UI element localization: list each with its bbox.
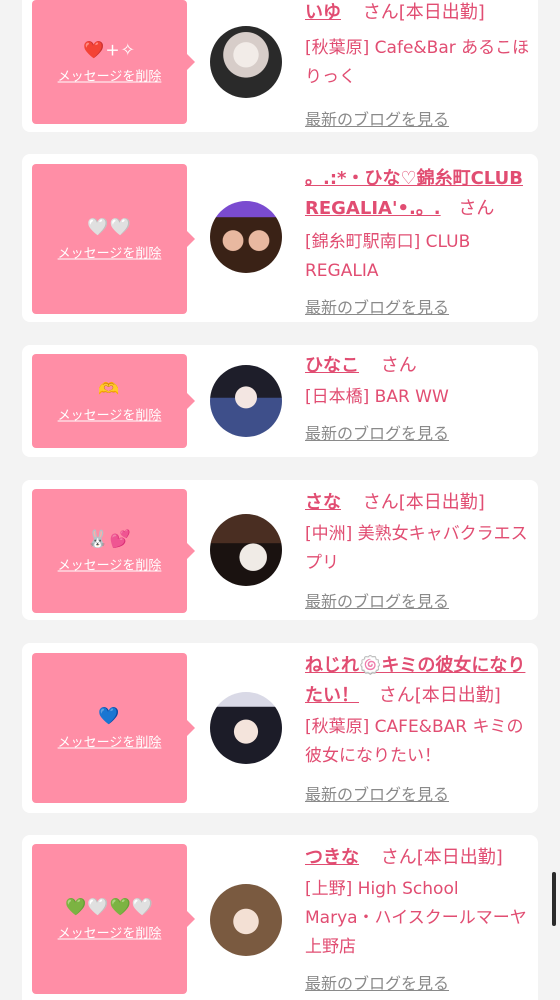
- message-box: 💚🤍💚🤍 メッセージを削除: [32, 844, 195, 994]
- shop-info: [中洲] 美熟女キャバクラエスプリ: [305, 524, 528, 573]
- honorific: さん: [380, 847, 417, 868]
- cast-name-link[interactable]: ひなこ: [305, 355, 359, 376]
- honorific: さん: [458, 198, 495, 219]
- cast-name-link[interactable]: いゆ: [305, 2, 341, 23]
- avatar[interactable]: [210, 201, 282, 273]
- name-line: ねじれ🍥キミの彼女になりたい！ さん[本日出勤]: [305, 651, 530, 711]
- shop-info: [秋葉原] Cafe&Bar あるこほりっく: [305, 38, 530, 87]
- status-badge: [本日出勤]: [398, 492, 485, 513]
- avatar[interactable]: [210, 514, 282, 586]
- delete-message-link[interactable]: メッセージを削除: [58, 732, 162, 751]
- shop-info: [秋葉原] CAFE&BAR キミの彼女になりたい！: [305, 717, 524, 766]
- message-text: ❤️+✧: [83, 40, 136, 61]
- message-box: 🫶 メッセージを削除: [32, 354, 195, 448]
- shop-info: [上野] High School Marya・ハイスクールマーヤ上野店: [305, 879, 527, 957]
- favorite-card: 💙 メッセージを削除 ねじれ🍥キミの彼女になりたい！ さん[本日出勤] [秋葉原…: [22, 643, 538, 813]
- shop-info: [日本橋] BAR WW: [305, 387, 449, 407]
- delete-message-link[interactable]: メッセージを削除: [58, 555, 162, 574]
- favorite-card: 💚🤍💚🤍 メッセージを削除 つきな さん[本日出勤] [上野] High Sch…: [22, 835, 538, 1000]
- avatar[interactable]: [210, 26, 282, 98]
- name-line: 。.:*・ひな♡錦糸町CLUB REGALIA'•.。. さん: [305, 164, 530, 224]
- name-line: ひなこ さん: [305, 351, 530, 381]
- message-box: 🐰💕 メッセージを削除: [32, 489, 195, 613]
- name-line: さな さん[本日出勤]: [305, 488, 530, 518]
- message-text: 💚🤍💚🤍: [65, 897, 154, 918]
- message-text: 🫶: [98, 379, 121, 400]
- honorific: さん: [378, 685, 415, 706]
- message-text: 💙: [98, 706, 121, 727]
- shop-info: [錦糸町駅南口] CLUB REGALIA: [305, 232, 471, 281]
- message-text: 🐰💕: [87, 529, 132, 550]
- latest-blog-link[interactable]: 最新のブログを見る: [305, 420, 449, 444]
- name-line: つきな さん[本日出勤]: [305, 843, 530, 873]
- honorific: さん: [380, 355, 417, 376]
- cast-name-link[interactable]: さな: [305, 492, 341, 513]
- scrollbar[interactable]: [552, 872, 556, 926]
- latest-blog-link[interactable]: 最新のブログを見る: [305, 588, 449, 612]
- favorite-card: 🤍🤍 メッセージを削除 。.:*・ひな♡錦糸町CLUB REGALIA'•.。.…: [22, 154, 538, 322]
- delete-message-link[interactable]: メッセージを削除: [58, 243, 162, 262]
- delete-message-link[interactable]: メッセージを削除: [58, 923, 162, 942]
- honorific: さん: [362, 2, 399, 23]
- delete-message-link[interactable]: メッセージを削除: [58, 66, 162, 85]
- status-badge: [本日出勤]: [414, 685, 501, 706]
- name-line: いゆ さん[本日出勤]: [305, 0, 530, 28]
- latest-blog-link[interactable]: 最新のブログを見る: [305, 106, 449, 130]
- message-box: 💙 メッセージを削除: [32, 653, 195, 803]
- status-badge: [本日出勤]: [416, 847, 503, 868]
- message-box: 🤍🤍 メッセージを削除: [32, 164, 195, 314]
- avatar[interactable]: [210, 692, 282, 764]
- delete-message-link[interactable]: メッセージを削除: [58, 405, 162, 424]
- message-text: 🤍🤍: [87, 217, 132, 238]
- favorites-list: ❤️+✧ メッセージを削除 いゆ さん[本日出勤] [秋葉原] Cafe&Bar…: [0, 0, 560, 1000]
- latest-blog-link[interactable]: 最新のブログを見る: [305, 970, 449, 994]
- cast-name-link[interactable]: つきな: [305, 847, 359, 868]
- honorific: さん: [362, 492, 399, 513]
- favorite-card: 🫶 メッセージを削除 ひなこ さん [日本橋] BAR WW 最新のブログを見る: [22, 345, 538, 457]
- avatar[interactable]: [210, 365, 282, 437]
- latest-blog-link[interactable]: 最新のブログを見る: [305, 781, 449, 805]
- favorite-card: 🐰💕 メッセージを削除 さな さん[本日出勤] [中洲] 美熟女キャバクラエスプ…: [22, 480, 538, 620]
- latest-blog-link[interactable]: 最新のブログを見る: [305, 294, 449, 318]
- avatar[interactable]: [210, 884, 282, 956]
- favorite-card: ❤️+✧ メッセージを削除 いゆ さん[本日出勤] [秋葉原] Cafe&Bar…: [22, 0, 538, 132]
- message-box: ❤️+✧ メッセージを削除: [32, 0, 195, 124]
- status-badge: [本日出勤]: [398, 2, 485, 23]
